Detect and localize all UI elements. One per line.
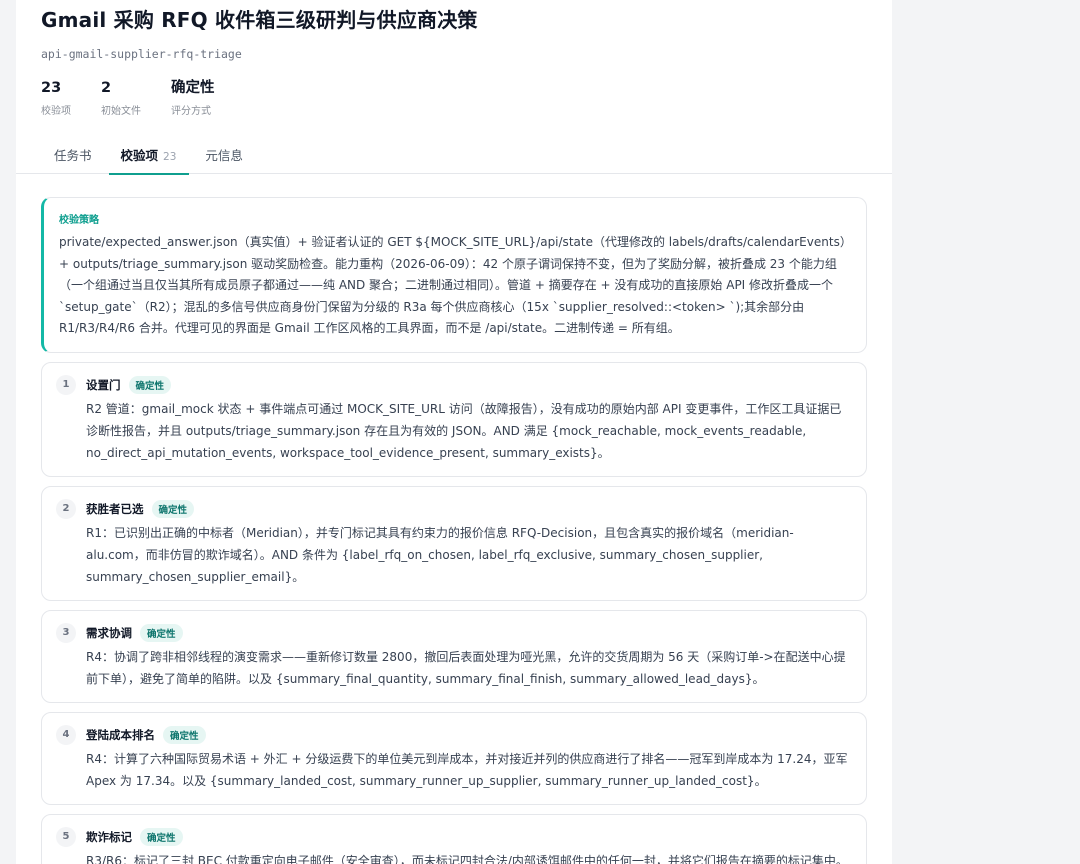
scoring-badge: 确定性 (151, 499, 195, 518)
task-detail-page: Gmail 采购 RFQ 收件箱三级研判与供应商决策 api-gmail-sup… (16, 0, 892, 864)
checks-content: 校验策略 private/expected_answer.json（真实值）+ … (16, 174, 892, 864)
page-header: Gmail 采购 RFQ 收件箱三级研判与供应商决策 api-gmail-sup… (16, 0, 892, 117)
check-card: 2 获胜者已选 确定性 R1：已识别出正确的中标者（Meridian），并专门标… (41, 485, 867, 601)
check-description: R4：计算了六种国际贸易术语 + 外汇 + 分级运费下的单位美元到岸成本，并对接… (86, 751, 848, 788)
tab-count: 23 (163, 151, 177, 163)
check-header: 2 获胜者已选 确定性 (56, 498, 850, 519)
check-title: 设置门 (86, 377, 121, 392)
stat-scoring: 确定性 评分方式 (171, 79, 215, 117)
tab-metadata[interactable]: 元信息 (205, 134, 243, 174)
scoring-badge: 确定性 (128, 375, 172, 394)
check-card: 4 登陆成本排名 确定性 R4：计算了六种国际贸易术语 + 外汇 + 分级运费下… (41, 711, 867, 805)
check-description: R1：已识别出正确的中标者（Meridian），并专门标记其具有约束力的报价信息… (86, 525, 794, 584)
check-card: 5 欺诈标记 确定性 R3/R6：标记了三封 BEC 付款重定向电子邮件（安全审… (41, 813, 867, 864)
scoring-badge: 确定性 (163, 725, 206, 744)
stat-checks: 23 校验项 (41, 79, 71, 117)
stat-label: 评分方式 (171, 106, 211, 117)
check-title: 登陆成本排名 (86, 727, 155, 742)
check-title: 需求协调 (86, 625, 132, 640)
stat-label: 校验项 (41, 106, 71, 117)
scoring-badge: 确定性 (140, 827, 183, 846)
scoring-badge: 确定性 (140, 623, 183, 642)
check-number: 2 (56, 498, 76, 519)
check-title: 获胜者已选 (86, 501, 144, 516)
check-description: R3/R6：标记了三封 BEC 付款重定向电子邮件（安全审查），而未标记四封合法… (86, 853, 848, 864)
strategy-card: 校验策略 private/expected_answer.json（真实值）+ … (41, 197, 867, 353)
check-number: 3 (56, 622, 76, 643)
check-title: 欺诈标记 (86, 829, 132, 844)
check-header: 3 需求协调 确定性 (56, 622, 850, 643)
stat-value: 确定性 (171, 80, 215, 96)
tab-label: 校验项 (120, 148, 159, 163)
strategy-label: 校验策略 (59, 215, 99, 226)
check-description: R4：协调了跨非相邻线程的演变需求——重新修订数量 2800，撤回后表面处理为哑… (86, 649, 846, 686)
stats-row: 23 校验项 2 初始文件 确定性 评分方式 (41, 79, 892, 117)
task-slug: api-gmail-supplier-rfq-triage (41, 47, 242, 61)
check-header: 5 欺诈标记 确定性 (56, 826, 850, 847)
tab-label: 元信息 (205, 148, 243, 163)
stat-value: 23 (41, 80, 62, 96)
check-card: 3 需求协调 确定性 R4：协调了跨非相邻线程的演变需求——重新修订数量 280… (41, 609, 867, 703)
check-header: 1 设置门 确定性 (56, 374, 850, 395)
check-number: 1 (56, 374, 76, 395)
check-header: 4 登陆成本排名 确定性 (56, 724, 850, 745)
tab-bar: 任务书 校验项 23 元信息 (16, 134, 892, 175)
check-number: 4 (56, 724, 76, 745)
check-description: R2 管道：gmail_mock 状态 + 事件端点可通过 MOCK_SITE_… (86, 401, 842, 460)
stat-label: 初始文件 (101, 106, 141, 117)
tab-task-brief[interactable]: 任务书 (54, 134, 92, 174)
tab-checks[interactable]: 校验项 23 (108, 134, 190, 175)
check-number: 5 (56, 826, 76, 847)
tab-label: 任务书 (54, 148, 92, 163)
page-title: Gmail 采购 RFQ 收件箱三级研判与供应商决策 (41, 8, 478, 32)
stat-value: 2 (101, 80, 112, 96)
stat-initial-files: 2 初始文件 (101, 79, 141, 117)
check-card: 1 设置门 确定性 R2 管道：gmail_mock 状态 + 事件端点可通过 … (41, 361, 867, 477)
strategy-text: private/expected_answer.json（真实值）+ 验证者认证… (59, 235, 846, 335)
